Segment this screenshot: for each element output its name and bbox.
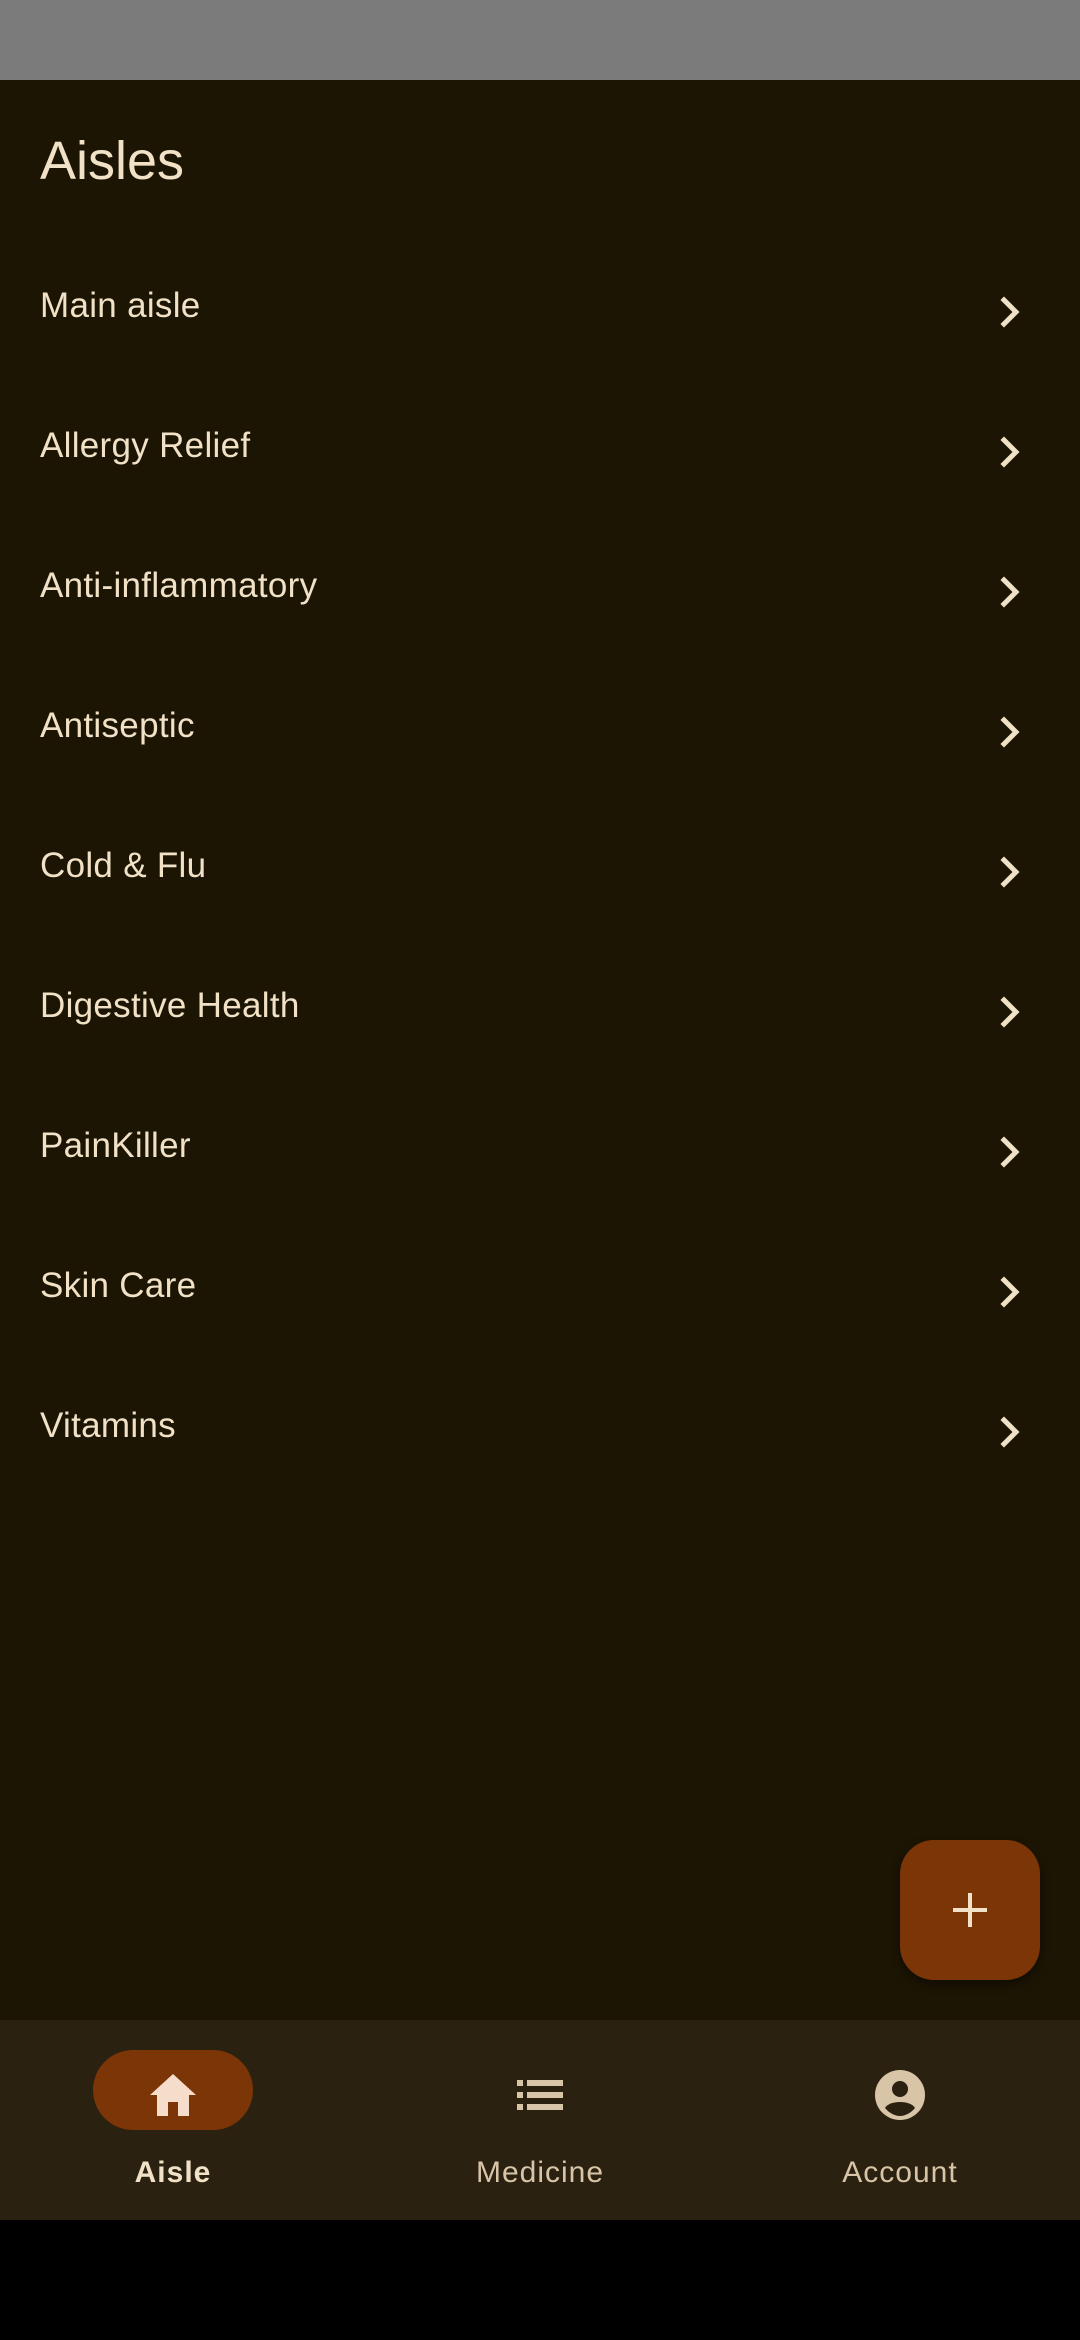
chevron-right-icon [1000, 1276, 1020, 1308]
home-icon [150, 2074, 196, 2116]
chevron-right-icon [1000, 576, 1020, 608]
list-item[interactable]: Cold & Flu [0, 796, 1080, 936]
list-item[interactable]: Skin Care [0, 1216, 1080, 1356]
chevron-right-icon [1000, 296, 1020, 328]
list-item[interactable]: Antiseptic [0, 656, 1080, 796]
nav-label-medicine: Medicine [475, 2156, 605, 2189]
chevron-right-icon [1000, 1136, 1020, 1168]
nav-label-account: Account [842, 2156, 958, 2189]
chevron-right-icon [1000, 1416, 1020, 1448]
aisle-label: Anti-inflammatory [40, 566, 318, 605]
aisle-label: Skin Care [40, 1266, 197, 1305]
list-item[interactable]: PainKiller [0, 1076, 1080, 1216]
list-item[interactable]: Allergy Relief [0, 376, 1080, 516]
aisle-label: PainKiller [40, 1126, 191, 1165]
aisle-label: Antiseptic [40, 706, 195, 745]
plus-icon [953, 1893, 987, 1927]
list-item[interactable]: Main aisle [0, 236, 1080, 376]
status-bar [0, 0, 1080, 80]
account-circle-icon [875, 2070, 925, 2120]
chevron-right-icon [1000, 716, 1020, 748]
list-icon [517, 2080, 563, 2110]
bottom-navigation: Aisle Medicine Account [0, 2020, 1080, 2220]
nav-item-account[interactable]: Account [720, 2020, 1080, 2220]
nav-item-medicine[interactable]: Medicine [360, 2020, 720, 2220]
system-navigation-bar [0, 2220, 1080, 2340]
aisle-label: Main aisle [40, 286, 201, 325]
aisle-label: Digestive Health [40, 986, 300, 1025]
nav-label-aisle: Aisle [134, 2156, 212, 2189]
chevron-right-icon [1000, 856, 1020, 888]
nav-item-aisle[interactable]: Aisle [0, 2020, 360, 2220]
aisle-label: Vitamins [40, 1406, 176, 1445]
list-item[interactable]: Digestive Health [0, 936, 1080, 1076]
page-title: Aisles [40, 131, 185, 191]
list-item[interactable]: Vitamins [0, 1356, 1080, 1496]
app-screen: Aisles Main aisle Allergy Relief Anti-in… [0, 0, 1080, 2340]
aisle-list: Main aisle Allergy Relief Anti-inflammat… [0, 236, 1080, 1496]
chevron-right-icon [1000, 436, 1020, 468]
aisle-label: Allergy Relief [40, 426, 251, 465]
chevron-right-icon [1000, 996, 1020, 1028]
list-item[interactable]: Anti-inflammatory [0, 516, 1080, 656]
aisle-label: Cold & Flu [40, 846, 207, 885]
add-aisle-button[interactable] [900, 1840, 1040, 1980]
